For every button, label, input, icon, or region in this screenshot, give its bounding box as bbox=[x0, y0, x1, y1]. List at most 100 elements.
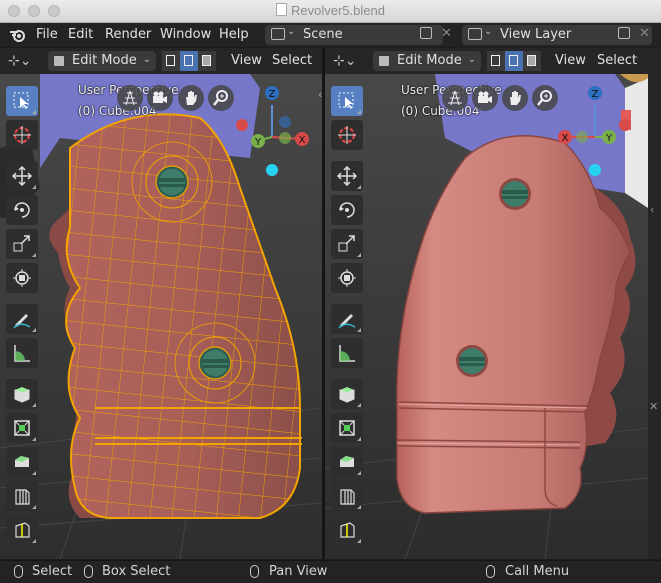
pan-hand-icon[interactable] bbox=[502, 85, 528, 111]
axis-gizmo[interactable]: Z X Y bbox=[555, 82, 635, 212]
edit-mode-icon bbox=[379, 56, 389, 66]
top-menu-bar: File Edit Render Window Help ⌄ Scene ✕ ⌄… bbox=[0, 23, 661, 47]
move-icon[interactable] bbox=[331, 161, 363, 191]
gizmo-z-label: Z bbox=[269, 89, 276, 100]
extrude-icon[interactable] bbox=[6, 413, 38, 443]
scene-selector[interactable]: ⌄ Scene bbox=[265, 25, 443, 45]
viewport-right[interactable]: ⊹⌄ Edit Mode ⌄ View Select User Perspect… bbox=[325, 48, 648, 559]
chevron-down-icon: ⌄ bbox=[287, 26, 296, 37]
annotate-icon[interactable] bbox=[6, 304, 38, 334]
object-label: (0) Cube.004 bbox=[401, 104, 480, 118]
region-toggle-icon[interactable]: ✕ bbox=[649, 400, 658, 413]
screw-icon bbox=[499, 178, 531, 210]
add-cube-icon[interactable] bbox=[6, 379, 38, 409]
mode-label: Edit Mode bbox=[72, 53, 137, 68]
menu-select[interactable]: Select bbox=[597, 53, 637, 68]
view-layer-icon bbox=[468, 28, 482, 40]
loop-cut-icon[interactable] bbox=[6, 515, 38, 545]
window-title-bar: Revolver5.blend bbox=[0, 0, 661, 23]
perspective-toggle-icon[interactable] bbox=[442, 85, 468, 111]
add-cube-icon[interactable] bbox=[331, 379, 363, 409]
gizmo-z-label: Z bbox=[592, 89, 599, 100]
edge-select-icon[interactable] bbox=[505, 51, 523, 71]
screw-icon bbox=[456, 345, 488, 377]
loop-cut-icon[interactable] bbox=[331, 515, 363, 545]
menu-window[interactable]: Window bbox=[160, 27, 211, 42]
new-scene-icon[interactable] bbox=[420, 27, 432, 39]
mouse-drag-icon bbox=[84, 565, 93, 578]
inset-icon[interactable] bbox=[6, 447, 38, 477]
vertex-select-icon[interactable] bbox=[162, 51, 180, 71]
collapse-arrow-icon[interactable]: ‹ bbox=[650, 203, 654, 216]
chevron-down-icon: ⌄ bbox=[484, 26, 493, 37]
edit-mode-icon bbox=[54, 56, 64, 66]
status-bar: Select Box Select Pan View Call Menu bbox=[0, 560, 661, 583]
new-view-layer-icon[interactable] bbox=[618, 27, 630, 39]
select-box-icon[interactable] bbox=[6, 86, 38, 116]
blender-logo-icon[interactable] bbox=[9, 27, 26, 43]
transform-icon[interactable] bbox=[6, 263, 38, 293]
mode-selector[interactable]: Edit Mode ⌄ bbox=[373, 51, 481, 71]
rotate-icon[interactable] bbox=[6, 195, 38, 225]
remove-view-layer-icon[interactable]: ✕ bbox=[639, 26, 650, 41]
cursor-icon[interactable] bbox=[6, 120, 38, 150]
menu-view[interactable]: View bbox=[231, 53, 262, 68]
pan-hand-icon[interactable] bbox=[178, 85, 204, 111]
measure-icon[interactable] bbox=[6, 338, 38, 368]
menu-render[interactable]: Render bbox=[105, 27, 151, 42]
scene-icon bbox=[271, 28, 285, 40]
transform-pivot-icon[interactable]: ⊹⌄ bbox=[8, 53, 31, 69]
rotate-icon[interactable] bbox=[331, 195, 363, 225]
properties-edge-strip[interactable]: ‹ ✕ bbox=[648, 48, 661, 559]
mode-selector[interactable]: Edit Mode ⌄ bbox=[48, 51, 156, 71]
viewport-left[interactable]: ⊹⌄ Edit Mode ⌄ View Select User Perspect… bbox=[0, 48, 322, 559]
axis-gizmo[interactable]: Z Y X bbox=[232, 82, 312, 212]
remove-scene-icon[interactable]: ✕ bbox=[441, 26, 452, 41]
menu-edit[interactable]: Edit bbox=[68, 27, 93, 42]
menu-file[interactable]: File bbox=[36, 27, 58, 42]
mouse-left-icon bbox=[14, 565, 23, 578]
status-pan-view: Pan View bbox=[269, 564, 328, 579]
move-icon[interactable] bbox=[6, 161, 38, 191]
cursor-icon[interactable] bbox=[331, 120, 363, 150]
menu-view[interactable]: View bbox=[555, 53, 586, 68]
window-title: Revolver5.blend bbox=[0, 3, 661, 18]
measure-icon[interactable] bbox=[331, 338, 363, 368]
annotate-icon[interactable] bbox=[331, 304, 363, 334]
document-icon bbox=[276, 3, 288, 16]
mouse-right-icon bbox=[486, 565, 495, 578]
chevron-down-icon: ⌄ bbox=[467, 54, 476, 65]
menu-help[interactable]: Help bbox=[219, 27, 249, 42]
camera-view-icon[interactable] bbox=[472, 85, 498, 111]
scale-icon[interactable] bbox=[331, 229, 363, 259]
menu-select[interactable]: Select bbox=[272, 53, 312, 68]
select-mode-group bbox=[487, 51, 541, 71]
view-layer-label: View Layer bbox=[500, 27, 572, 42]
screw-icon bbox=[198, 346, 232, 380]
extrude-icon[interactable] bbox=[331, 413, 363, 443]
transform-icon[interactable] bbox=[331, 263, 363, 293]
viewport-left-header: ⊹⌄ Edit Mode ⌄ View Select bbox=[0, 48, 322, 74]
viewport-right-header: ⊹⌄ Edit Mode ⌄ View Select bbox=[325, 48, 648, 74]
scale-icon[interactable] bbox=[6, 229, 38, 259]
window-title-text: Revolver5.blend bbox=[291, 3, 385, 18]
gizmo-y-label: Y bbox=[254, 137, 262, 148]
face-select-icon[interactable] bbox=[198, 51, 216, 71]
status-select: Select bbox=[32, 564, 73, 579]
transform-pivot-icon[interactable]: ⊹⌄ bbox=[333, 53, 356, 69]
perspective-toggle-icon[interactable] bbox=[117, 85, 143, 111]
screw-icon bbox=[155, 165, 189, 199]
vertex-select-icon[interactable] bbox=[487, 51, 505, 71]
edge-select-icon[interactable] bbox=[180, 51, 198, 71]
scene-label: Scene bbox=[303, 27, 343, 42]
camera-view-icon[interactable] bbox=[147, 85, 173, 111]
select-mode-group bbox=[162, 51, 216, 71]
zoom-icon[interactable] bbox=[208, 85, 234, 111]
inset-icon[interactable] bbox=[331, 447, 363, 477]
bevel-icon[interactable] bbox=[331, 481, 363, 511]
bevel-icon[interactable] bbox=[6, 481, 38, 511]
face-select-icon[interactable] bbox=[523, 51, 541, 71]
select-box-icon[interactable] bbox=[331, 86, 363, 116]
status-call-menu: Call Menu bbox=[505, 564, 570, 579]
object-label: (0) Cube.004 bbox=[78, 104, 157, 118]
